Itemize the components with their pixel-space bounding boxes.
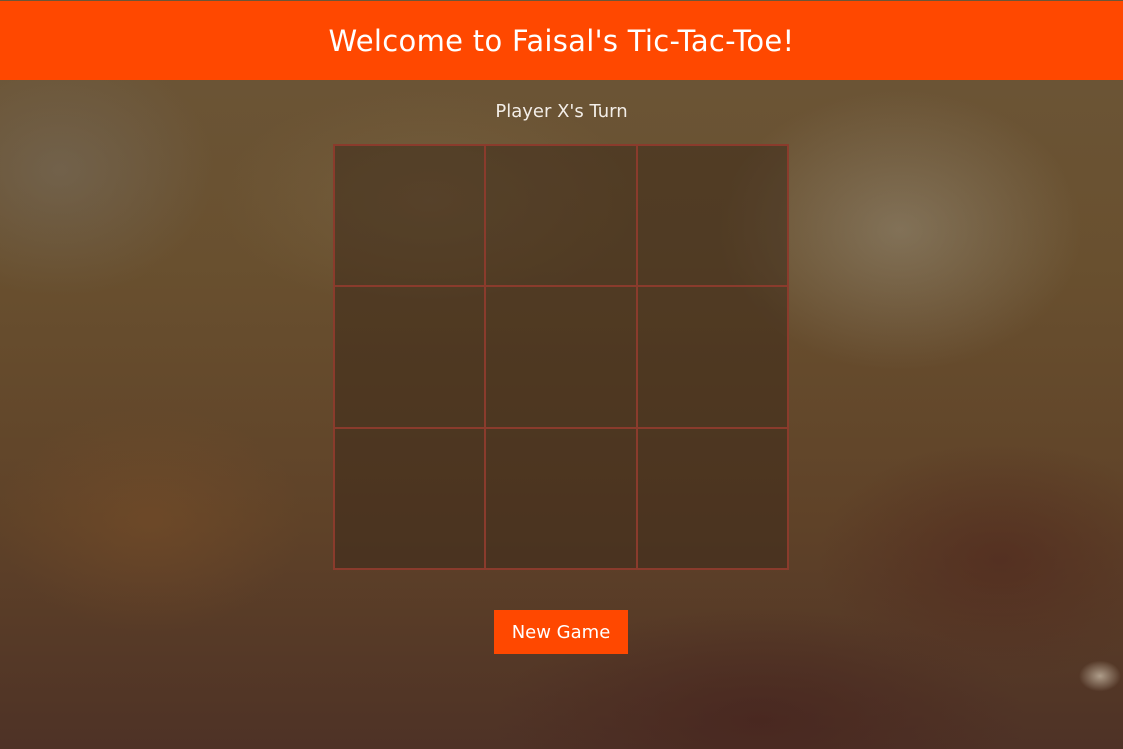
new-game-button[interactable]: New Game [494,610,628,654]
board-cell-3[interactable] [636,145,788,287]
game-board [333,144,789,570]
board-cell-2[interactable] [485,145,637,287]
header-bar: Welcome to Faisal's Tic-Tac-Toe! [0,1,1123,80]
page-title: Welcome to Faisal's Tic-Tac-Toe! [328,23,795,58]
board-cell-6[interactable] [636,286,788,428]
turn-indicator: Player X's Turn [495,101,628,122]
board-cell-5[interactable] [485,286,637,428]
board-cell-9[interactable] [636,427,788,569]
board-cell-8[interactable] [485,427,637,569]
board-cell-1[interactable] [334,145,486,287]
board-cell-7[interactable] [334,427,486,569]
board-cell-4[interactable] [334,286,486,428]
